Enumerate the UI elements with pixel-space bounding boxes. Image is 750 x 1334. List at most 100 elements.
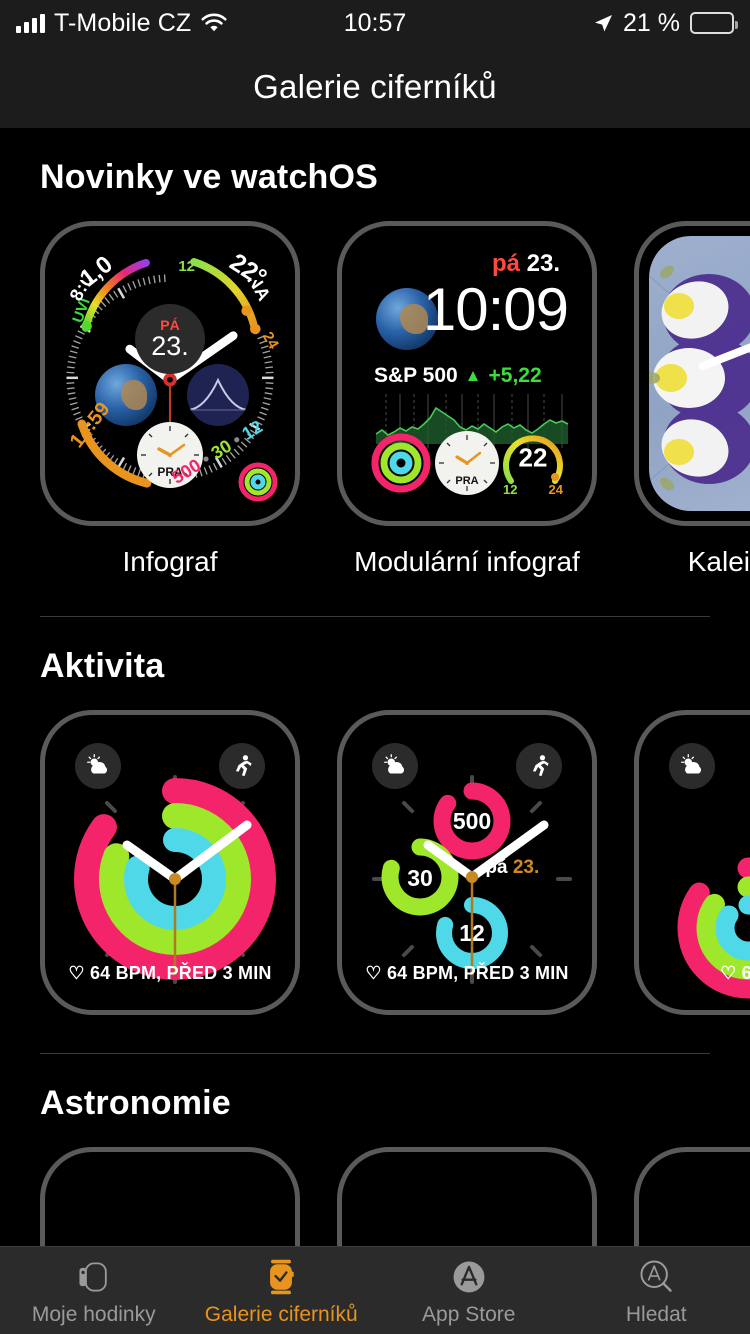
activity-date-num: 23. xyxy=(512,857,540,878)
app-store-icon xyxy=(449,1255,489,1299)
weather-complication xyxy=(75,743,121,789)
modular-world-clock-label: PRA xyxy=(455,475,479,487)
weather-complication xyxy=(372,743,418,789)
face-label-kaleidoskop: Kaleidoskop xyxy=(687,546,750,577)
face-card-activity-rings[interactable]: 500 30 12 pá 23. ♡ 64 BPM, PŘED 3 MIN xyxy=(337,710,597,1015)
face-row-novinky: 1,0 UVI 22° 12 24 8:00 JÓGA • TĚLOCVIČNA xyxy=(0,221,750,578)
stock-delta: +5,22 xyxy=(488,364,542,387)
tab-bar: Moje hodinky Galerie ciferníků App Store xyxy=(0,1246,750,1334)
face-card-kaleidoskop[interactable]: Kaleidoskop xyxy=(634,221,750,578)
modular-world-clock: PRA xyxy=(435,431,499,495)
tab-label: App Store xyxy=(422,1302,516,1326)
solar-complication xyxy=(187,364,249,426)
running-icon xyxy=(532,755,549,776)
signal-bars-icon xyxy=(16,13,45,33)
tab-galerie-cifernik[interactable]: Galerie ciferníků xyxy=(188,1255,376,1327)
date-dow: PÁ xyxy=(160,316,180,333)
face-card-astro-moon[interactable]: PÁ 23. xyxy=(337,1147,597,1246)
face-row-aktivita: ♡ 64 BPM, PŘED 3 MIN 500 30 12 pá 23. ♡ … xyxy=(0,710,750,1015)
watch-screen-kaleido xyxy=(649,236,750,511)
wifi-icon xyxy=(200,13,228,34)
face-card-astro-earth[interactable]: PÁ 23. xyxy=(40,1147,300,1246)
watch-frame[interactable]: 10: ♡ 64 BPM xyxy=(634,710,750,1015)
status-bar: T-Mobile CZ 10:57 21 % xyxy=(0,0,750,46)
modular-uv-complication: 22 12 24 xyxy=(501,431,565,497)
workout-complication xyxy=(219,743,265,789)
stock-trend-icon: ▲ xyxy=(464,366,482,385)
sun-cloud-icon xyxy=(384,754,405,774)
heart-rate-complication: ♡ 64 BPM, PŘED 3 MIN xyxy=(55,963,285,984)
modular-date-dow: pá xyxy=(491,250,520,277)
face-row-astronomie: PÁ 23. PÁ 23. xyxy=(0,1147,750,1246)
watch-frame[interactable] xyxy=(634,1147,750,1246)
svg-text:8:00 JÓGA • TĚLOCVIČNA: 8:00 JÓGA • TĚLOCVIČNA xyxy=(66,280,275,304)
heart-icon: ♡ xyxy=(365,963,382,983)
workout-complication xyxy=(516,743,562,789)
heart-icon: ♡ xyxy=(720,963,737,983)
date-complication: PÁ 23. xyxy=(135,304,205,374)
tab-moje-hodinky[interactable]: Moje hodinky xyxy=(0,1255,188,1327)
temperature-min-label: 12 xyxy=(178,258,195,275)
modular-uv-value: 22 xyxy=(518,442,548,473)
date-number: 23. xyxy=(151,330,189,361)
watch-frame[interactable]: PÁ 23. xyxy=(40,1147,300,1246)
face-label-modular-infograf: Modulární infograf xyxy=(354,546,580,577)
weather-complication xyxy=(669,743,715,789)
modular-date-num: 23. xyxy=(526,250,560,277)
tab-label: Moje hodinky xyxy=(31,1302,156,1326)
activity-rings-icon xyxy=(238,462,278,502)
ring-exercise-value: 30 xyxy=(407,865,433,891)
watch-frame[interactable]: ♡ 64 BPM, PŘED 3 MIN xyxy=(40,710,300,1015)
face-card-activity-analog[interactable]: ♡ 64 BPM, PŘED 3 MIN xyxy=(40,710,300,1015)
carrier-label: T-Mobile CZ xyxy=(54,8,192,37)
face-card-astro-solar[interactable] xyxy=(634,1147,750,1246)
modular-activity-rings xyxy=(369,431,433,495)
sun-cloud-icon xyxy=(87,754,108,774)
gallery-scroll-view[interactable]: Novinky ve watchOS 1,0 UVI 22° 12 24 8:0… xyxy=(0,128,750,1246)
face-card-activity-digital[interactable]: 10: ♡ 64 BPM xyxy=(634,710,750,1015)
bpm-text: 64 BPM, PŘED 3 MIN xyxy=(89,963,272,983)
watch-frame[interactable]: 500 30 12 pá 23. ♡ 64 BPM, PŘED 3 MIN xyxy=(337,710,597,1015)
modular-bottom-complications: PRA 22 12 24 xyxy=(352,431,582,497)
status-bar-right: 21 % xyxy=(375,8,738,38)
search-icon xyxy=(636,1255,676,1299)
watch-frame[interactable]: pá 23. 10:09 S&P 500 ▲ +5,22 PRA 22 12 2… xyxy=(337,221,597,526)
calendar-event-text: 8:00 JÓGA • TĚLOCVIČNA xyxy=(66,280,275,304)
kaleidoscope-pattern xyxy=(649,236,750,511)
watch-outline-icon xyxy=(74,1255,114,1299)
face-card-infograf[interactable]: 1,0 UVI 22° 12 24 8:00 JÓGA • TĚLOCVIČNA xyxy=(40,221,300,578)
modular-time: 10:09 xyxy=(422,276,569,343)
watch-screen-activity-rings: 500 30 12 pá 23. ♡ 64 BPM, PŘED 3 MIN xyxy=(352,725,582,1000)
modular-uv-min: 12 xyxy=(503,482,518,497)
modular-date: pá 23. xyxy=(492,250,560,278)
section-title-aktivita: Aktivita xyxy=(40,647,165,685)
watch-frame[interactable]: PÁ 23. xyxy=(337,1147,597,1246)
stock-name: S&P 500 xyxy=(374,364,458,387)
battery-icon xyxy=(690,12,738,34)
activity-date-complication: pá 23. xyxy=(485,857,539,879)
activity-date-dow: pá xyxy=(485,857,508,878)
section-title-astronomie: Astronomie xyxy=(40,1084,231,1122)
battery-percent-label: 21 % xyxy=(623,8,680,37)
watch-screen-activity-digital: 10: ♡ 64 BPM xyxy=(649,725,750,1000)
sun-cloud-icon xyxy=(681,754,702,774)
section-title-novinky: Novinky ve watchOS xyxy=(40,158,379,196)
heart-rate-complication: ♡ 64 BPM, PŘED 3 MIN xyxy=(352,963,582,984)
watch-face-icon xyxy=(261,1255,301,1299)
tab-app-store[interactable]: App Store xyxy=(375,1255,563,1327)
bpm-text: 64 BPM xyxy=(742,963,750,983)
tab-label: Galerie ciferníků xyxy=(204,1302,358,1326)
tab-label: Hledat xyxy=(625,1302,687,1326)
watch-frame[interactable]: 1,0 UVI 22° 12 24 8:00 JÓGA • TĚLOCVIČNA xyxy=(40,221,300,526)
tab-hledat[interactable]: Hledat xyxy=(563,1255,750,1327)
stock-complication: S&P 500 ▲ +5,22 xyxy=(374,364,542,388)
location-arrow-icon xyxy=(593,13,613,33)
ring-move-value: 500 xyxy=(453,808,491,834)
modular-uv-max: 24 xyxy=(548,482,563,497)
face-card-modular-infograf[interactable]: pá 23. 10:09 S&P 500 ▲ +5,22 PRA 22 12 2… xyxy=(337,221,597,578)
running-icon xyxy=(235,755,252,776)
heart-icon: ♡ xyxy=(68,963,85,983)
watch-frame[interactable] xyxy=(634,221,750,526)
page-title: Galerie ciferníků xyxy=(253,68,497,105)
face-label-infograf: Infograf xyxy=(122,546,218,577)
